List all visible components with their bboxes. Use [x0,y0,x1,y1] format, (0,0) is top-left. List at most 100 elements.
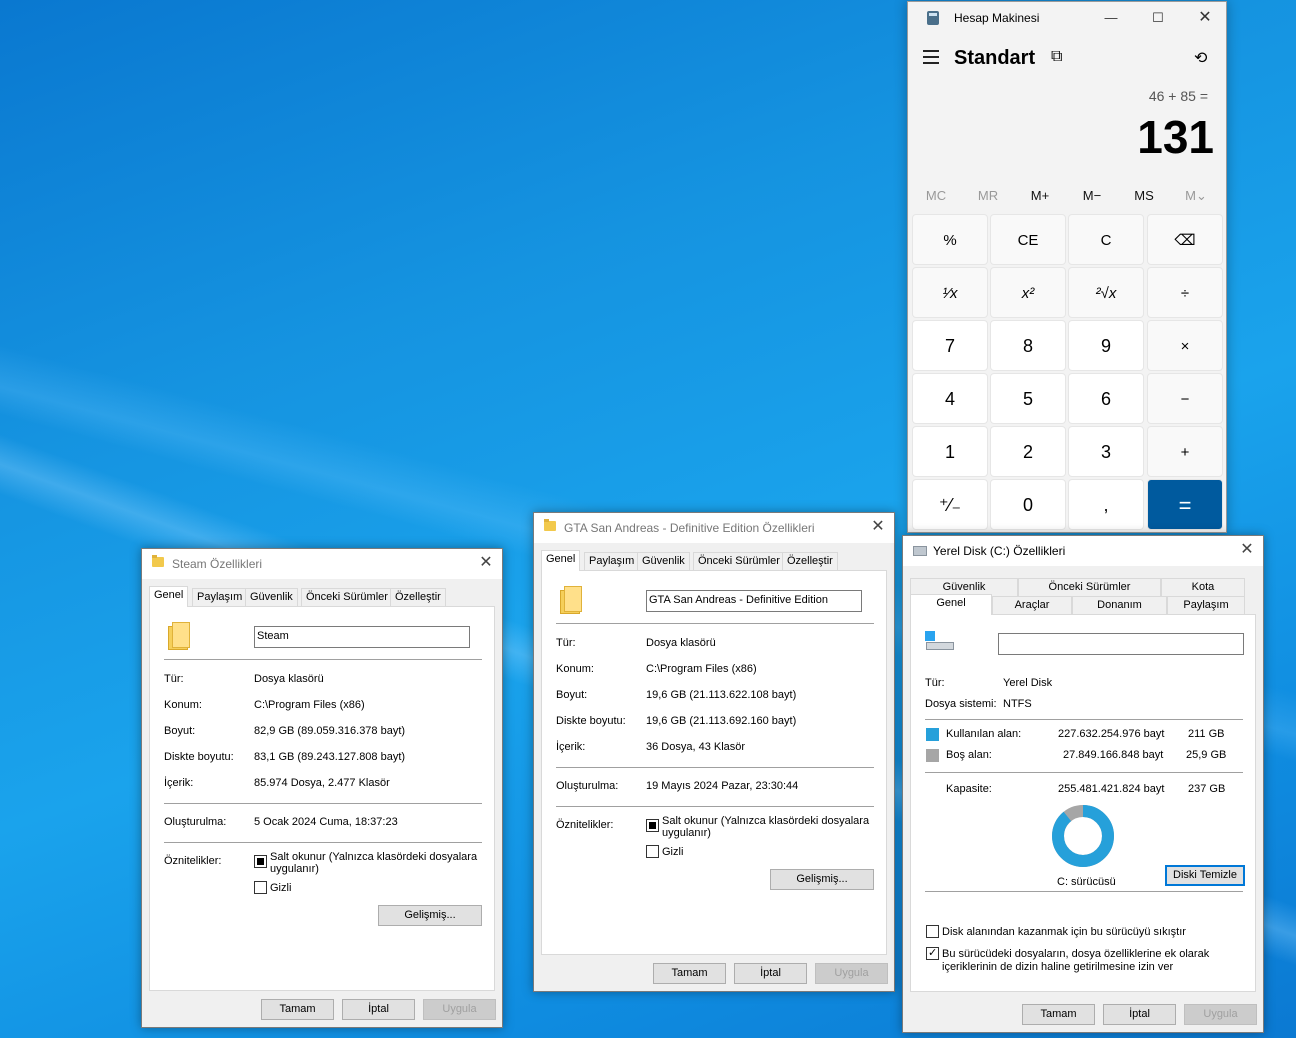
result-display: 131 [1137,111,1214,163]
dialog-titlebar[interactable]: Steam Özellikleri ✕ [142,549,502,579]
divider [164,842,482,843]
memory-store-button[interactable]: MS [1124,188,1164,203]
minimize-icon[interactable]: — [1100,8,1122,28]
negate-button[interactable]: ⁺⁄₋ [912,479,988,530]
tab-guvenlik[interactable]: Güvenlik [637,552,690,570]
dialog-titlebar[interactable]: GTA San Andreas - Definitive Edition Öze… [534,513,894,543]
folder-name-input[interactable]: GTA San Andreas - Definitive Edition [646,590,862,612]
menu-icon[interactable] [923,50,939,64]
tab-paylasim[interactable]: Paylaşım [584,552,640,570]
divider [164,659,482,660]
readonly-checkbox[interactable] [254,855,267,868]
maximize-icon[interactable]: ☐ [1147,8,1169,28]
history-icon[interactable]: ⟲ [1194,48,1207,68]
close-icon[interactable]: ✕ [1237,540,1257,560]
tab-onceki-surumler[interactable]: Önceki Sürümler [693,552,785,570]
drive-name-input[interactable] [998,633,1244,655]
apply-button[interactable]: Uygula [423,999,496,1020]
created-label: Oluşturulma: [556,780,619,792]
cancel-button[interactable]: İptal [342,999,415,1020]
tab-genel[interactable]: Genel [149,586,189,607]
apply-button[interactable]: Uygula [1184,1004,1257,1025]
digit-3-button[interactable]: 3 [1068,426,1144,477]
tab-donanim[interactable]: Donanım [1072,596,1167,614]
divider [164,803,482,804]
digit-1-button[interactable]: 1 [912,426,988,477]
type-label: Tür: [164,673,184,685]
tab-ozellestir[interactable]: Özelleştir [390,588,446,606]
compress-label: Disk alanından kazanmak için bu sürücüyü… [942,926,1186,938]
multiply-button[interactable]: × [1147,320,1223,371]
divider [556,767,874,768]
used-space-arc [1052,805,1114,867]
calculator-window: Hesap Makinesi — ☐ ✕ Standart ⧉ ⟲ 46 + 8… [907,1,1227,533]
close-icon[interactable]: ✕ [868,517,888,537]
square-root-button[interactable]: ²√x [1068,267,1144,318]
digit-5-button[interactable]: 5 [990,373,1066,424]
keep-on-top-icon[interactable]: ⧉ [1051,48,1062,66]
clear-button[interactable]: C [1068,214,1144,265]
divider [925,772,1243,773]
index-checkbox[interactable] [926,946,939,960]
percent-button[interactable]: % [912,214,988,265]
calculator-titlebar[interactable]: Hesap Makinesi — ☐ ✕ [908,2,1226,34]
digit-6-button[interactable]: 6 [1068,373,1144,424]
memory-clear-button[interactable]: MC [916,188,956,203]
tab-genel[interactable]: Genel [541,550,581,571]
memory-recall-button[interactable]: MR [968,188,1008,203]
drive-icon [925,631,955,653]
readonly-label: Salt okunur (Yalnızca klasördeki dosyala… [662,815,870,839]
close-icon[interactable]: ✕ [476,553,496,573]
dialog-titlebar[interactable]: Yerel Disk (C:) Özellikleri ✕ [903,536,1263,566]
ok-button[interactable]: Tamam [261,999,334,1020]
folder-icon [544,519,556,533]
created-value: 19 Mayıs 2024 Pazar, 23:30:44 [646,780,799,792]
memory-add-button[interactable]: M+ [1020,188,1060,203]
ok-button[interactable]: Tamam [653,963,726,984]
digit-8-button[interactable]: 8 [990,320,1066,371]
digit-7-button[interactable]: 7 [912,320,988,371]
minus-button[interactable]: − [1147,373,1223,424]
close-icon[interactable]: ✕ [1194,8,1216,28]
hidden-label: Gizli [270,882,292,894]
divide-button[interactable]: ÷ [1147,267,1223,318]
tab-paylasim[interactable]: Paylaşım [1167,596,1245,614]
location-value: C:\Program Files (x86) [646,663,757,675]
disk-cleanup-button[interactable]: Diski Temizle [1165,865,1245,886]
digit-4-button[interactable]: 4 [912,373,988,424]
cancel-button[interactable]: İptal [1103,1004,1176,1025]
tab-ozellestir[interactable]: Özelleştir [782,552,838,570]
folder-name-input[interactable]: Steam [254,626,470,648]
cancel-button[interactable]: İptal [734,963,807,984]
compress-checkbox[interactable] [926,925,939,938]
digit-0-button[interactable]: 0 [990,479,1066,530]
tab-onceki-surumler[interactable]: Önceki Sürümler [301,588,393,606]
ok-button[interactable]: Tamam [1022,1004,1095,1025]
backspace-button[interactable]: ⌫ [1147,214,1223,265]
memory-list-button[interactable]: M⌄ [1176,188,1216,204]
equals-button[interactable]: = [1147,479,1223,530]
decimal-button[interactable]: , [1068,479,1144,530]
type-value: Dosya klasörü [646,637,716,649]
square-button[interactable]: x² [990,267,1066,318]
apply-button[interactable]: Uygula [815,963,888,984]
hidden-checkbox[interactable] [254,881,267,894]
memory-subtract-button[interactable]: M− [1072,188,1112,203]
plus-button[interactable]: + [1147,426,1223,477]
created-label: Oluşturulma: [164,816,227,828]
advanced-button[interactable]: Gelişmiş... [378,905,482,926]
digit-2-button[interactable]: 2 [990,426,1066,477]
tab-paylasim[interactable]: Paylaşım [192,588,248,606]
tab-araclar[interactable]: Araçlar [992,596,1072,614]
tab-genel[interactable]: Genel [910,594,992,615]
reciprocal-button[interactable]: ¹⁄x [912,267,988,318]
clear-entry-button[interactable]: CE [990,214,1066,265]
readonly-checkbox[interactable] [646,819,659,832]
hidden-checkbox[interactable] [646,845,659,858]
advanced-button[interactable]: Gelişmiş... [770,869,874,890]
gta-properties-dialog: GTA San Andreas - Definitive Edition Öze… [533,512,895,992]
created-value: 5 Ocak 2024 Cuma, 18:37:23 [254,816,398,828]
digit-9-button[interactable]: 9 [1068,320,1144,371]
free-gb: 25,9 GB [1186,749,1227,761]
tab-guvenlik[interactable]: Güvenlik [245,588,298,606]
